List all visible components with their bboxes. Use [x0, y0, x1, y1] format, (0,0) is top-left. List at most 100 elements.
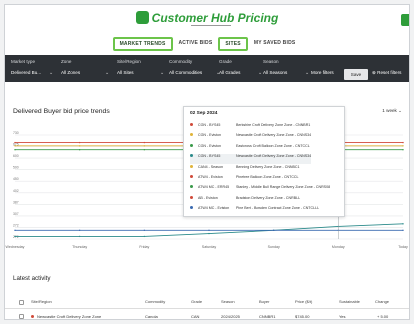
zone-value: All Zones	[61, 70, 81, 75]
series-color-dot	[190, 206, 193, 210]
data-point[interactable]	[14, 235, 16, 238]
chart-tooltip: 02 Sep 2024 CGN - BYS45 Berkshire Croft D…	[183, 106, 345, 217]
col-buyer[interactable]: Buyer	[259, 299, 269, 304]
market-type-filter[interactable]: Market type Delivered Bu... ⌄	[11, 55, 53, 82]
tooltip-row-text: Benning Delivery Zone Zone - CNNBC1	[236, 164, 300, 169]
x-tick-label: Friday	[139, 245, 149, 249]
market-type-label: Market type	[11, 59, 35, 64]
data-point[interactable]	[143, 149, 146, 151]
range-select[interactable]: 1 week ⌄	[382, 108, 402, 114]
data-point[interactable]	[143, 145, 146, 147]
x-tick-label: Monday	[332, 245, 345, 249]
col-price[interactable]: Price ($/t)	[295, 299, 312, 304]
commodity-filter[interactable]: Commodity All Commodities ⌄	[169, 55, 221, 82]
range-value: 1 week	[382, 108, 397, 113]
table-row[interactable]: Newcastle Croft Delivery Zone Zone Canol…	[5, 310, 409, 319]
user-menu-button[interactable]	[401, 14, 409, 26]
data-point[interactable]	[272, 229, 275, 232]
data-point[interactable]	[78, 141, 81, 144]
cell-grade: CAN	[191, 314, 200, 319]
data-point[interactable]	[14, 149, 16, 151]
series-color-dot	[190, 175, 193, 178]
latest-activity-title: Latest activity	[13, 275, 51, 282]
grade-value: All Grades	[219, 70, 241, 75]
market-type-value: Delivered Bu...	[11, 70, 42, 75]
grade-label: Grade	[219, 59, 232, 64]
series-color-dot	[190, 195, 193, 199]
data-point[interactable]	[208, 229, 210, 232]
chevron-down-icon: ⌄	[49, 70, 54, 76]
data-point[interactable]	[402, 141, 404, 144]
data-point[interactable]	[14, 145, 16, 147]
app-logo[interactable]: Customer Hub Pricing	[5, 11, 409, 25]
grade-filter[interactable]: Grade All Grades ⌄	[219, 55, 263, 82]
tooltip-row: AB - Eviston Bradston Delivery Zone Zone …	[190, 195, 301, 206]
select-all-checkbox[interactable]	[19, 300, 24, 305]
table-header: Site/Region Commodity Grade Season Buyer…	[5, 295, 409, 309]
col-season[interactable]: Season	[221, 299, 235, 304]
more-filters-label: More filters	[311, 70, 334, 75]
y-tick-label: 272	[13, 235, 19, 239]
col-change[interactable]: Change	[375, 299, 389, 304]
data-point[interactable]	[14, 141, 16, 144]
season-filter[interactable]: Season All Seasons ⌄	[263, 55, 311, 82]
tooltip-row-text: Pine Bert - Bowden Contract Zone Zone - …	[236, 206, 320, 211]
data-point[interactable]	[78, 149, 81, 151]
tooltip-row-text: Newcastle Croft Delivery Zone Zone - CNN…	[236, 133, 312, 138]
more-filters-button[interactable]: More filters	[311, 55, 343, 82]
row-checkbox[interactable]	[19, 314, 24, 319]
series-color-dot	[190, 154, 193, 158]
tooltip-row-label: CGN - BYS45	[198, 123, 221, 127]
x-tick-label: Saturday	[202, 245, 217, 249]
commodity-label: Commodity	[169, 59, 193, 64]
tooltip-row: ATW4 - Eviston Pinetree Balloon Zone Zone…	[190, 175, 299, 185]
tooltip-row-text: Berkshire Croft Delivery Zone Zone - CNN…	[236, 123, 311, 127]
zone-label: Zone	[61, 59, 72, 64]
data-point[interactable]	[402, 223, 404, 225]
series-color-dot	[190, 143, 193, 147]
site-region-filter[interactable]: Site/Region All Sites ⌄	[117, 55, 165, 82]
col-commodity[interactable]: Commodity	[145, 299, 165, 304]
tab-market-trends[interactable]: MARKET TRENDS	[112, 37, 173, 51]
apply-button[interactable]: Save	[344, 69, 368, 80]
tooltip-date: 02 Sep 2024	[190, 111, 218, 116]
tooltip-row-text: Bradston Delivery Zone Zone - CNRBLL	[236, 195, 301, 200]
data-point[interactable]	[402, 149, 404, 151]
tab-active-bids[interactable]: ACTIVE BIDS	[173, 37, 219, 51]
tooltip-row-text: Eastcross Croft Balloon Zone Zone - CNTC…	[236, 143, 310, 148]
tab-my-saved-bids[interactable]: MY SAVED BIDS	[248, 37, 302, 51]
filter-bar: Market type Delivered Bu... ⌄ Zone All Z…	[5, 55, 409, 82]
col-sustainable[interactable]: Sustainable	[339, 299, 360, 304]
main-tabs: MARKET TRENDS ACTIVE BIDS SITES MY SAVED…	[5, 37, 409, 51]
data-point[interactable]	[78, 145, 81, 147]
tooltip-row-label: ATW4 MC - Eviston	[198, 206, 230, 211]
season-label: Season	[263, 59, 279, 64]
app-window: Customer Hub Pricing MARKET TRENDS ACTIV…	[4, 4, 410, 320]
data-point[interactable]	[143, 141, 146, 144]
tooltip-row: CGN - Eviston Newcastle Croft Delivery Zo…	[190, 133, 311, 143]
tooltip-row-label: CAN4 - Season	[198, 164, 223, 169]
tab-sites[interactable]: SITES	[218, 37, 248, 51]
reset-filters-button[interactable]: ⊗ Reset filters	[372, 70, 401, 76]
data-point[interactable]	[402, 145, 404, 147]
chevron-down-icon: ⌄	[398, 108, 402, 113]
zone-filter[interactable]: Zone All Zones ⌄	[61, 55, 109, 82]
data-point[interactable]	[143, 229, 146, 232]
series-color-dot	[190, 123, 193, 126]
data-point[interactable]	[208, 232, 210, 235]
data-point[interactable]	[402, 229, 404, 232]
col-grade[interactable]: Grade	[191, 299, 202, 304]
col-site-region[interactable]: Site/Region	[31, 299, 52, 304]
data-point[interactable]	[78, 229, 81, 232]
y-tick-label: 600	[13, 154, 19, 158]
cell-site-text: Newcastle Croft Delivery Zone Zone	[37, 314, 102, 319]
tooltip-row-label: ATW4 - Eviston	[198, 175, 223, 179]
cell-buyer: CNNBR1	[259, 314, 276, 319]
chevron-down-icon: ⌄	[258, 70, 263, 76]
tooltip-row-label: CGN - Eviston	[198, 143, 221, 148]
data-point[interactable]	[78, 235, 81, 238]
data-point[interactable]	[143, 235, 146, 238]
data-point[interactable]	[14, 229, 16, 232]
series-color-dot	[190, 185, 193, 189]
tooltip-row: CGN - BYS45 Berkshire Croft Delivery Zone…	[190, 123, 310, 133]
